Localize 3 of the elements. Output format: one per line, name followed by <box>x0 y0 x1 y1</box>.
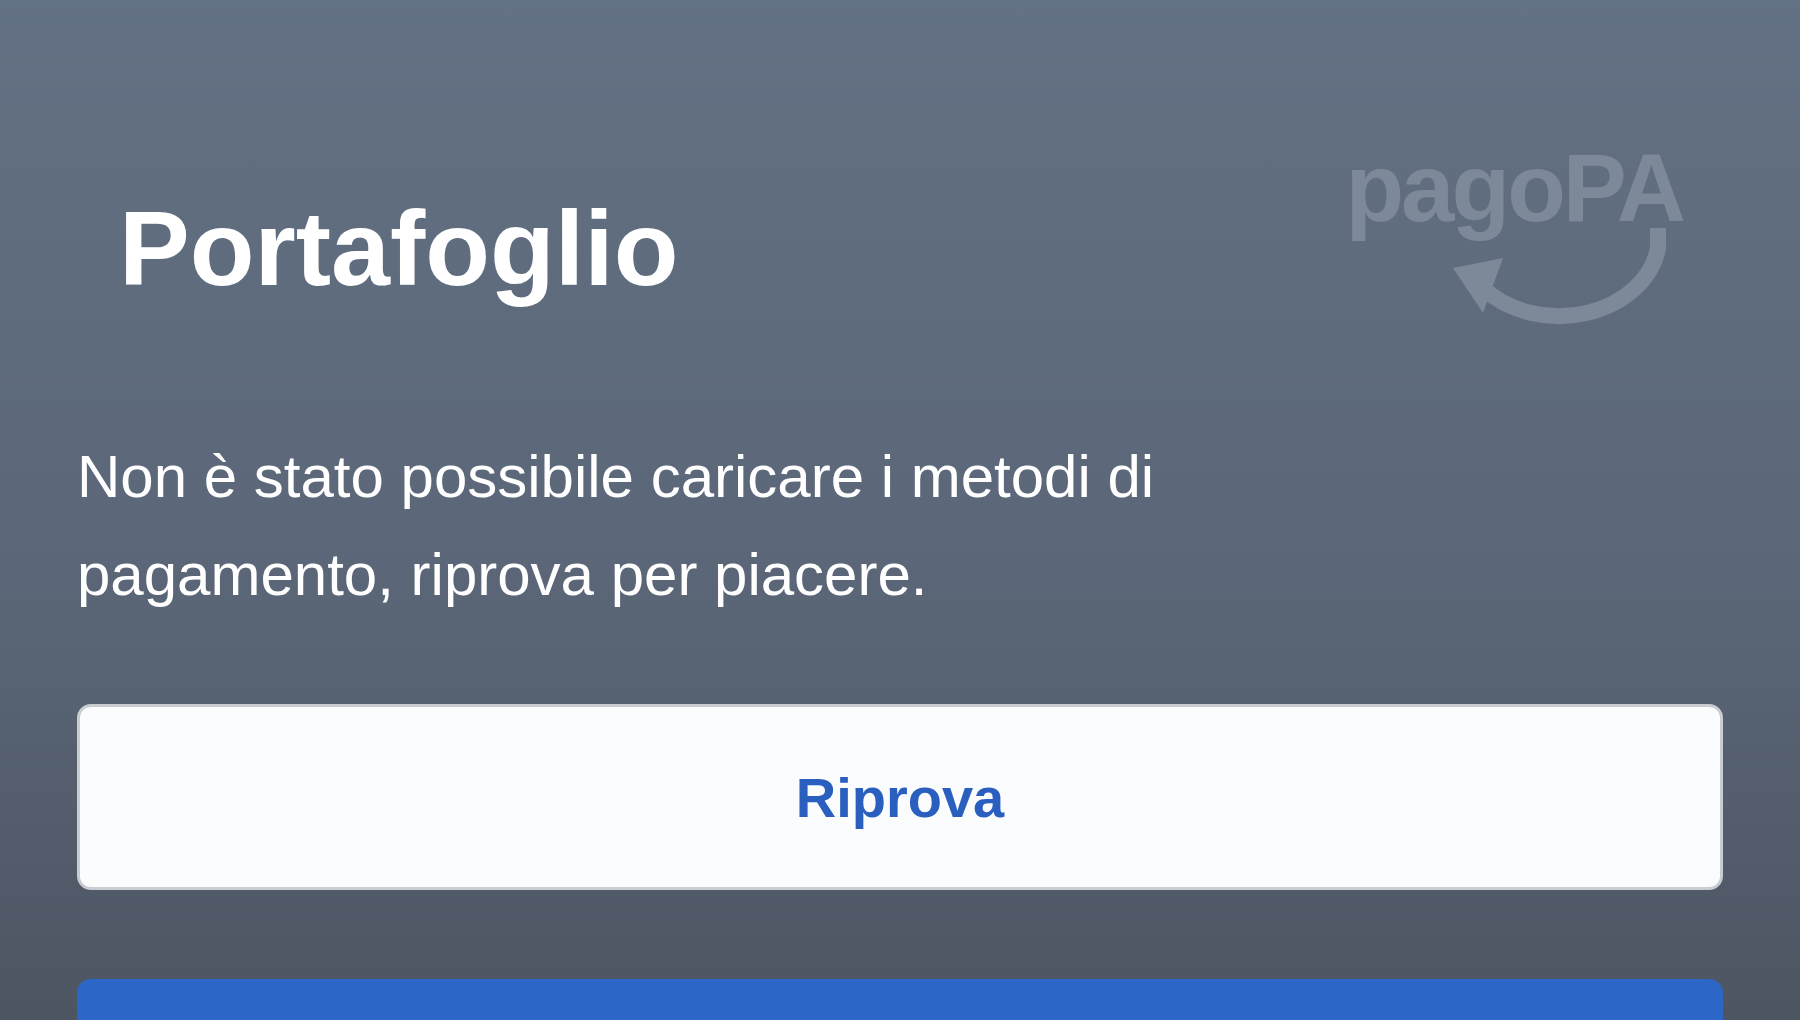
error-message: Non è stato possibile caricare i metodi di pagamento, riprova per piacere. <box>77 442 1156 610</box>
retry-button[interactable]: Riprova <box>77 704 1723 890</box>
page-title: Portafoglio <box>119 188 679 309</box>
